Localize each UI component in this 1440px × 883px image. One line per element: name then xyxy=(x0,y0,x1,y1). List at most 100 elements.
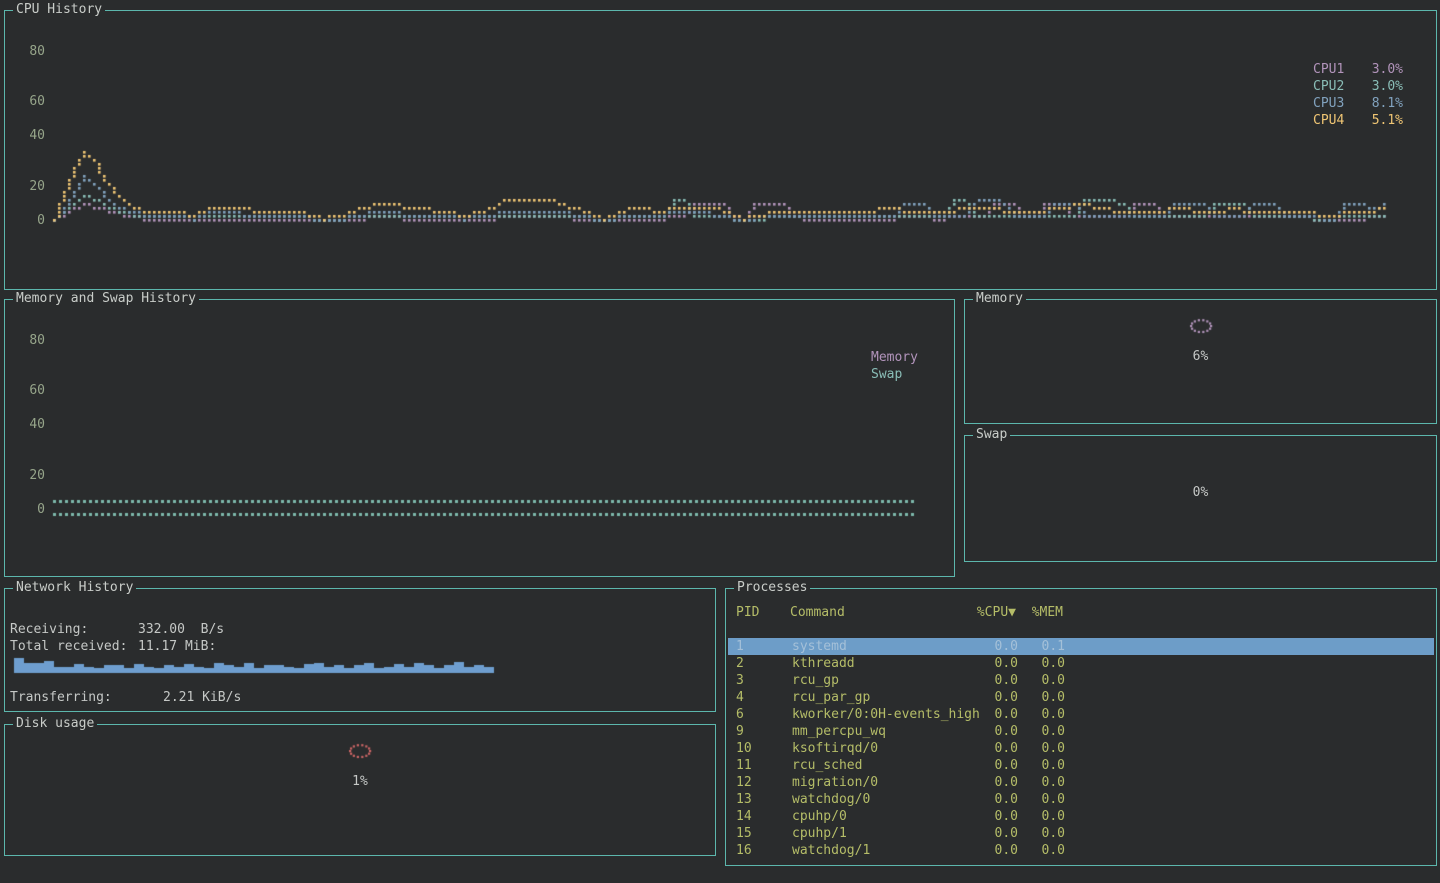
process-mem: 0.0 xyxy=(977,689,1065,706)
process-command: kthreadd xyxy=(792,655,855,672)
process-mem: 0.0 xyxy=(977,808,1065,825)
process-row[interactable]: 13 watchdog/0 0.0 0.0 xyxy=(728,791,1434,808)
cpu-legend: CPU1 3.0% CPU2 3.0% CPU3 8.1% CPU4 5.1% xyxy=(1313,61,1403,129)
disk-usage-panel: Disk usage 1% xyxy=(4,724,716,856)
memory-title: Memory xyxy=(973,291,1026,306)
process-command: cpuhp/0 xyxy=(792,808,847,825)
memswap-ytick-20: 20 xyxy=(17,468,45,483)
cpu-legend-name: CPU1 xyxy=(1313,61,1344,78)
process-pid: 12 xyxy=(736,774,752,791)
process-row[interactable]: 1 systemd 0.0 0.1 xyxy=(728,638,1434,655)
cpu-ytick-20: 20 xyxy=(17,179,45,194)
process-mem: 0.0 xyxy=(977,774,1065,791)
total-received-label: Total received: xyxy=(10,639,127,654)
process-mem: 0.0 xyxy=(977,672,1065,689)
memswap-ytick-60: 60 xyxy=(17,383,45,398)
process-pid: 3 xyxy=(736,672,744,689)
memswap-ytick-40: 40 xyxy=(17,417,45,432)
process-row[interactable]: 2 kthreadd 0.0 0.0 xyxy=(728,655,1434,672)
cpu-ytick-40: 40 xyxy=(17,128,45,143)
disk-gauge xyxy=(5,742,715,764)
process-row[interactable]: 3 rcu_gp 0.0 0.0 xyxy=(728,672,1434,689)
process-row[interactable]: 16 watchdog/1 0.0 0.0 xyxy=(728,842,1434,859)
memory-panel: Memory 6% xyxy=(964,299,1437,424)
receiving-value: 332.00 B/s xyxy=(138,622,224,637)
process-row[interactable]: 11 rcu_sched 0.0 0.0 xyxy=(728,757,1434,774)
cpu-ytick-60: 60 xyxy=(17,94,45,109)
process-mem: 0.0 xyxy=(977,706,1065,723)
process-row[interactable]: 14 cpuhp/0 0.0 0.0 xyxy=(728,808,1434,825)
memswap-ytick-0: 0 xyxy=(17,502,45,517)
process-table-header: PID Command %CPU▼ %MEM xyxy=(726,604,1436,621)
process-pid: 16 xyxy=(736,842,752,859)
memory-swap-chart xyxy=(5,300,954,576)
swap-title: Swap xyxy=(973,427,1010,442)
process-pid: 4 xyxy=(736,689,744,706)
process-pid: 6 xyxy=(736,706,744,723)
process-row[interactable]: 9 mm_percpu_wq 0.0 0.0 xyxy=(728,723,1434,740)
process-row[interactable]: 15 cpuhp/1 0.0 0.0 xyxy=(728,825,1434,842)
disk-percent: 1% xyxy=(5,774,715,789)
process-table-body: 1 systemd 0.0 0.1 2 kthreadd 0.0 0.0 3 r… xyxy=(728,638,1434,859)
process-row[interactable]: 6 kworker/0:0H-events_high 0.0 0.0 xyxy=(728,706,1434,723)
memswap-legend-item: Swap xyxy=(871,366,961,383)
process-mem: 0.0 xyxy=(977,740,1065,757)
process-mem: 0.0 xyxy=(977,757,1065,774)
memswap-legend-name: Swap xyxy=(871,366,902,383)
header-pid[interactable]: PID xyxy=(736,604,759,621)
process-row[interactable]: 4 rcu_par_gp 0.0 0.0 xyxy=(728,689,1434,706)
cpu-legend-item: CPU2 3.0% xyxy=(1313,78,1403,95)
cpu-legend-item: CPU4 5.1% xyxy=(1313,112,1403,129)
cpu-legend-name: CPU4 xyxy=(1313,112,1344,129)
process-command: cpuhp/1 xyxy=(792,825,847,842)
process-command: watchdog/1 xyxy=(792,842,870,859)
cpu-legend-name: CPU2 xyxy=(1313,78,1344,95)
process-command: rcu_par_gp xyxy=(792,689,870,706)
disk-usage-title: Disk usage xyxy=(13,716,97,731)
cpu-legend-value: 8.1% xyxy=(1372,95,1403,112)
system-monitor-screen: CPU History 80 60 40 20 0 CPU1 3.0% CPU2… xyxy=(0,0,1440,883)
transferring-label: Transferring: xyxy=(10,690,112,705)
process-pid: 10 xyxy=(736,740,752,757)
cpu-legend-value: 3.0% xyxy=(1372,61,1403,78)
cpu-ytick-80: 80 xyxy=(17,44,45,59)
swap-percent: 0% xyxy=(965,485,1436,500)
cpu-legend-item: CPU3 8.1% xyxy=(1313,95,1403,112)
process-row[interactable]: 12 migration/0 0.0 0.0 xyxy=(728,774,1434,791)
process-mem: 0.0 xyxy=(977,791,1065,808)
receiving-label: Receiving: xyxy=(10,622,88,637)
cpu-history-panel: CPU History 80 60 40 20 0 CPU1 3.0% CPU2… xyxy=(4,10,1437,290)
memory-swap-history-panel: Memory and Swap History 80 60 40 20 0 Me… xyxy=(4,299,955,577)
disk-gauge-dots xyxy=(346,742,374,760)
process-mem: 0.0 xyxy=(977,723,1065,740)
memory-percent: 6% xyxy=(965,349,1436,364)
process-command: mm_percpu_wq xyxy=(792,723,886,740)
swap-panel: Swap 0% xyxy=(964,435,1437,562)
cpu-history-chart xyxy=(5,11,1436,289)
memswap-legend: Memory Swap xyxy=(871,349,961,383)
process-mem: 0.0 xyxy=(977,825,1065,842)
memory-gauge xyxy=(965,317,1436,339)
cpu-legend-name: CPU3 xyxy=(1313,95,1344,112)
cpu-legend-item: CPU1 3.0% xyxy=(1313,61,1403,78)
cpu-ytick-0: 0 xyxy=(17,213,45,228)
processes-panel: Processes PID Command %CPU▼ %MEM 1 syste… xyxy=(725,588,1437,866)
process-command: rcu_sched xyxy=(792,757,862,774)
process-command: rcu_gp xyxy=(792,672,839,689)
process-row[interactable]: 10 ksoftirqd/0 0.0 0.0 xyxy=(728,740,1434,757)
header-mem[interactable]: %MEM xyxy=(975,604,1063,621)
transferring-value: 2.21 KiB/s xyxy=(163,690,241,705)
header-command[interactable]: Command xyxy=(790,604,845,621)
cpu-legend-value: 3.0% xyxy=(1372,78,1403,95)
process-mem: 0.1 xyxy=(977,638,1065,655)
process-mem: 0.0 xyxy=(977,842,1065,859)
process-command: watchdog/0 xyxy=(792,791,870,808)
process-pid: 11 xyxy=(736,757,752,774)
process-command: systemd xyxy=(792,638,847,655)
memory-gauge-dots xyxy=(1187,317,1215,335)
process-pid: 9 xyxy=(736,723,744,740)
memswap-legend-name: Memory xyxy=(871,349,918,366)
cpu-legend-value: 5.1% xyxy=(1372,112,1403,129)
process-command: ksoftirqd/0 xyxy=(792,740,878,757)
memswap-ytick-80: 80 xyxy=(17,333,45,348)
